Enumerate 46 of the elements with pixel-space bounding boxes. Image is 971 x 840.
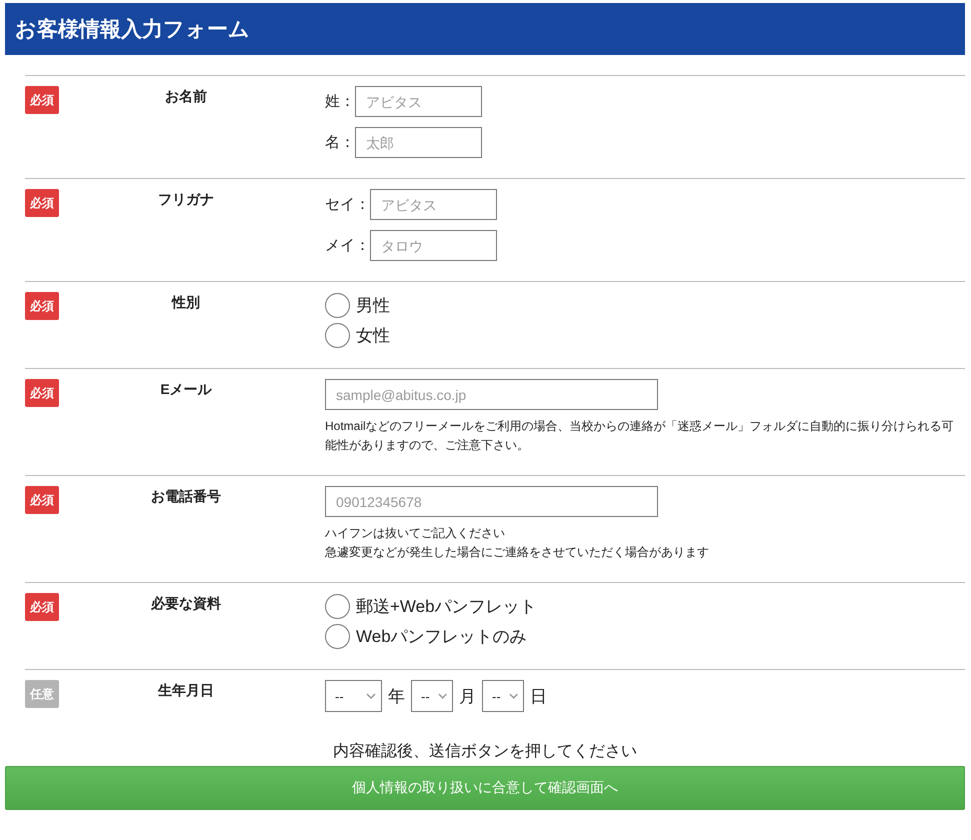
field-label: メイ：: [325, 236, 370, 255]
required-badge: 必須: [25, 86, 59, 114]
field-label: フリガナ: [158, 191, 214, 207]
field-label: 生年月日: [158, 682, 214, 698]
option-label: 男性: [356, 295, 390, 317]
required-badge: 必須: [25, 486, 59, 514]
help-text: Hotmailなどのフリーメールをご利用の場合、当校からの連絡が「迷惑メール」フォルダに自動的に振り分けられる可能性がありますので、ご注意下さい。: [325, 418, 955, 454]
option-label: 女性: [356, 325, 390, 347]
radio-button[interactable]: [325, 624, 350, 649]
radio-button[interactable]: [325, 323, 350, 348]
help-text: ハイフンは抜いてご記入ください: [325, 525, 506, 542]
dropdown[interactable]: --: [482, 680, 524, 712]
field-label: 性別: [172, 294, 200, 310]
form-title: お客様情報入力フォーム: [5, 3, 965, 55]
unit-label: 月: [459, 686, 476, 708]
input-field[interactable]: タロウ: [370, 230, 497, 261]
help-text: 急遽変更などが発生した場合にご連絡をさせていただく場合があります: [325, 544, 709, 561]
field-label: 必要な資料: [151, 595, 221, 611]
optional-badge: 任意: [25, 680, 59, 708]
input-field[interactable]: アビタス: [355, 86, 482, 117]
input-field[interactable]: アビタス: [370, 189, 497, 220]
chevron-down-icon: [366, 693, 376, 699]
unit-label: 日: [530, 686, 547, 708]
input-field[interactable]: 太郎: [355, 127, 482, 158]
field-label: セイ：: [325, 195, 370, 214]
instruction-text: 内容確認後、送信ボタンを押してください: [333, 743, 637, 760]
dropdown[interactable]: --: [411, 680, 453, 712]
field-label: お電話番号: [151, 488, 221, 504]
field-label: Eメール: [160, 381, 212, 397]
chevron-down-icon: [438, 693, 447, 699]
input-field[interactable]: sample@abitus.co.jp: [325, 379, 658, 410]
input-field[interactable]: 09012345678: [325, 486, 658, 517]
radio-button[interactable]: [325, 293, 350, 318]
required-badge: 必須: [25, 292, 59, 320]
option-label: 郵送+Webパンフレット: [356, 596, 537, 618]
field-label: 姓：: [325, 92, 355, 111]
unit-label: 年: [388, 686, 405, 708]
required-badge: 必須: [25, 593, 59, 621]
field-label: お名前: [165, 88, 207, 104]
required-badge: 必須: [25, 189, 59, 217]
radio-button[interactable]: [325, 594, 350, 619]
dropdown[interactable]: --: [325, 680, 382, 712]
chevron-down-icon: [508, 693, 518, 699]
field-label: 名：: [325, 133, 355, 152]
option-label: Webパンフレットのみ: [356, 626, 527, 648]
required-badge: 必須: [25, 379, 59, 407]
